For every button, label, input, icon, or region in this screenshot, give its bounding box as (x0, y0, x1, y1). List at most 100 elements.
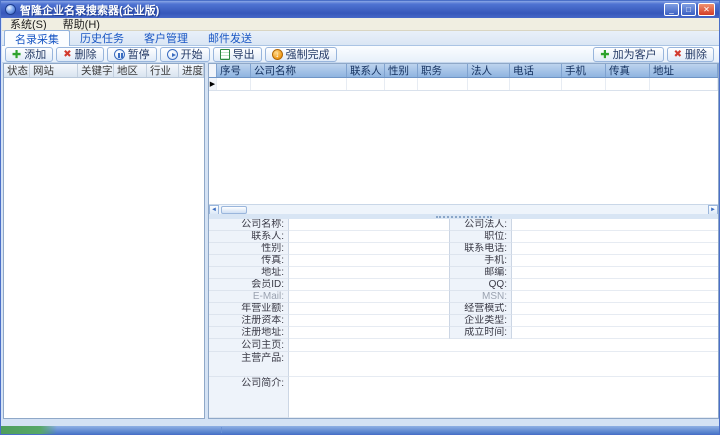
field-zipcode[interactable] (512, 267, 718, 279)
field-position[interactable] (512, 231, 718, 243)
column-header-keyword[interactable]: 关键字 (78, 64, 114, 77)
play-icon (167, 49, 178, 60)
label-legal-person: 公司法人: (449, 219, 512, 231)
field-registered-address[interactable] (289, 327, 449, 339)
tab-email-send[interactable]: 邮件发送 (198, 30, 262, 45)
label-contact: 联系人: (209, 231, 289, 243)
column-header-phone[interactable]: 电话 (510, 64, 562, 77)
field-gender[interactable] (289, 243, 449, 255)
window-title: 智隆企业名录搜索器(企业版) (20, 2, 664, 18)
column-header-company-name[interactable]: 公司名称 (251, 64, 347, 77)
column-header-legal-person[interactable]: 法人 (468, 64, 510, 77)
field-member-id[interactable] (289, 279, 449, 291)
maximize-button[interactable]: □ (681, 3, 696, 16)
task-table-header: 状态 网站 关键字 地区 行业 进度 (4, 64, 204, 78)
field-company-name[interactable] (289, 219, 449, 231)
field-email[interactable] (289, 291, 449, 303)
column-header-progress[interactable]: 进度 (179, 64, 204, 77)
delete-icon: ✖ (63, 49, 71, 60)
label-contact-phone: 联系电话: (449, 243, 512, 255)
tab-strip: 名录采集 历史任务 客户管理 邮件发送 (2, 31, 720, 46)
cell-address (650, 78, 718, 90)
label-company-profile: 公司简介: (209, 377, 289, 418)
force-complete-label: 强制完成 (286, 46, 330, 62)
cell-gender (385, 78, 418, 90)
field-enterprise-type[interactable] (512, 315, 718, 327)
minimize-button[interactable]: _ (664, 3, 679, 16)
column-header-fax[interactable]: 传真 (606, 64, 650, 77)
label-annual-revenue: 年营业额: (209, 303, 289, 315)
export-button[interactable]: 导出 (213, 47, 262, 62)
column-header-gender[interactable]: 性别 (385, 64, 418, 77)
tab-customer-management[interactable]: 客户管理 (134, 30, 198, 45)
field-business-model[interactable] (512, 303, 718, 315)
label-fax: 传真: (209, 255, 289, 267)
field-legal-person[interactable] (512, 219, 718, 231)
start-button[interactable]: 开始 (160, 47, 210, 62)
field-founding-date[interactable] (512, 327, 718, 339)
field-homepage[interactable] (289, 339, 718, 352)
label-homepage: 公司主页: (209, 339, 289, 352)
label-member-id: 会员ID: (209, 279, 289, 291)
row-indicator-header (209, 64, 217, 77)
tab-directory-collect[interactable]: 名录采集 (4, 30, 70, 46)
cell-fax (606, 78, 650, 90)
export-icon (220, 49, 230, 60)
pause-button[interactable]: 暂停 (107, 47, 157, 62)
delete-task-button[interactable]: ✖ 删除 (56, 47, 103, 62)
cell-legal-person (468, 78, 510, 90)
cell-position (418, 78, 468, 90)
column-header-index[interactable]: 序号 (217, 64, 251, 77)
column-header-contact[interactable]: 联系人 (347, 64, 385, 77)
field-fax[interactable] (289, 255, 449, 267)
scroll-right-icon[interactable]: ► (708, 205, 718, 215)
tab-history-tasks[interactable]: 历史任务 (70, 30, 134, 45)
result-panel: 序号 公司名称 联系人 性别 职务 法人 电话 手机 传真 地址 ▶ ◄ (208, 63, 719, 419)
result-table-header: 序号 公司名称 联系人 性别 职务 法人 电话 手机 传真 地址 (209, 64, 718, 78)
column-header-region[interactable]: 地区 (114, 64, 147, 77)
delete-task-label: 删除 (75, 46, 97, 62)
label-gender: 性别: (209, 243, 289, 255)
field-mobile[interactable] (512, 255, 718, 267)
field-contact[interactable] (289, 231, 449, 243)
column-header-industry[interactable]: 行业 (147, 64, 179, 77)
field-company-profile[interactable] (289, 377, 718, 418)
field-main-products[interactable] (289, 352, 718, 377)
column-header-position[interactable]: 职务 (418, 64, 468, 77)
force-complete-button[interactable]: ↓ 强制完成 (265, 47, 337, 62)
titlebar[interactable]: 智隆企业名录搜索器(企业版) _ □ ✕ (1, 1, 719, 18)
label-business-model: 经营模式: (449, 303, 512, 315)
column-header-mobile[interactable]: 手机 (562, 64, 606, 77)
pause-icon (114, 49, 125, 60)
field-msn[interactable] (512, 291, 718, 303)
field-qq[interactable] (512, 279, 718, 291)
field-contact-phone[interactable] (512, 243, 718, 255)
add-icon: ✚ (600, 48, 609, 61)
field-annual-revenue[interactable] (289, 303, 449, 315)
scroll-left-icon[interactable]: ◄ (209, 205, 219, 215)
label-email: E-Mail: (209, 291, 289, 303)
delete-result-button[interactable]: ✖ 删除 (667, 47, 714, 62)
cell-index (217, 78, 251, 90)
force-complete-icon: ↓ (272, 49, 283, 60)
label-address: 地址: (209, 267, 289, 279)
window-controls: _ □ ✕ (664, 3, 715, 16)
table-row[interactable]: ▶ (209, 78, 718, 91)
label-enterprise-type: 企业类型: (449, 315, 512, 327)
label-company-name: 公司名称: (209, 219, 289, 231)
label-position: 职位: (449, 231, 512, 243)
scrollbar-thumb[interactable] (221, 206, 247, 214)
label-msn: MSN: (449, 291, 512, 303)
status-bar (1, 426, 720, 434)
field-registered-capital[interactable] (289, 315, 449, 327)
column-header-address[interactable]: 地址 (650, 64, 718, 77)
field-address[interactable] (289, 267, 449, 279)
horizontal-scrollbar[interactable]: ◄ ► (209, 204, 718, 214)
add-customer-button[interactable]: ✚ 加为客户 (593, 47, 663, 62)
add-task-button[interactable]: ✚ 添加 (5, 47, 53, 62)
column-header-status[interactable]: 状态 (4, 64, 30, 77)
column-header-website[interactable]: 网站 (30, 64, 78, 77)
close-button[interactable]: ✕ (698, 3, 715, 16)
result-table-body[interactable] (209, 91, 718, 204)
task-table-body[interactable] (4, 78, 204, 418)
